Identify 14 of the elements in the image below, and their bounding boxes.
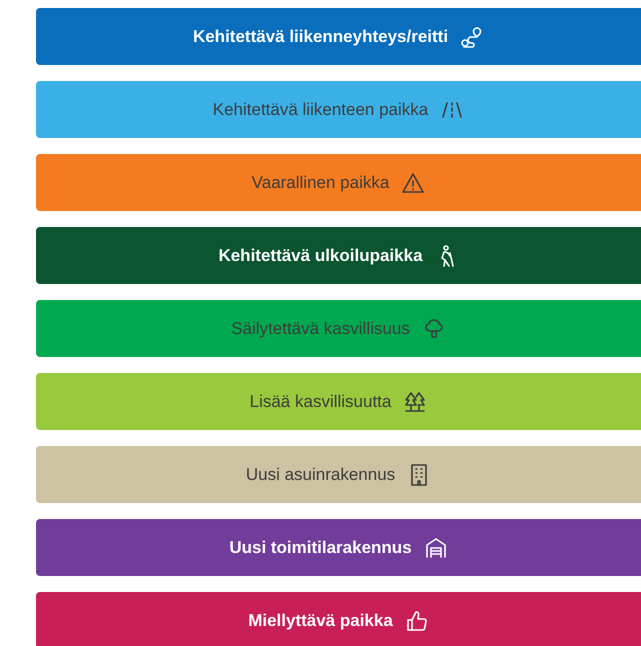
category-button[interactable]: Säilytettävä kasvillisuus <box>36 300 641 357</box>
warning-icon <box>401 170 426 194</box>
category-button[interactable]: Uusi toimitilarakennus <box>36 519 641 576</box>
category-button[interactable]: Vaarallinen paikka <box>36 154 641 211</box>
thumbs-up-icon <box>404 608 429 632</box>
route-icon <box>460 24 484 48</box>
category-button[interactable]: Kehitettävä liikenneyhteys/reitti <box>36 8 641 65</box>
category-button[interactable]: Lisää kasvillisuutta <box>36 373 641 430</box>
category-button[interactable]: Kehitettävä ulkoilupaikka <box>36 227 641 284</box>
category-button[interactable]: Miellyttävä paikka <box>36 592 641 646</box>
category-button[interactable]: Kehitettävä liikenteen paikka <box>36 81 641 138</box>
category-button[interactable]: Uusi asuinrakennus <box>36 446 641 503</box>
garage-icon <box>424 536 448 560</box>
trees-icon <box>403 390 428 414</box>
